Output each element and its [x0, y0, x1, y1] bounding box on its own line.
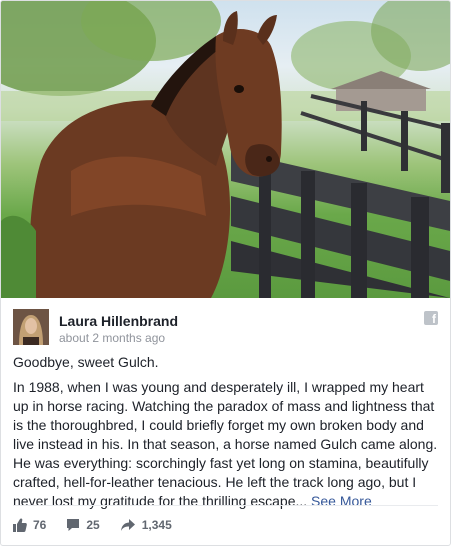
post-body: In 1988, when I was young and desperatel… — [13, 379, 438, 509]
share-arrow-icon — [120, 519, 135, 531]
facebook-post-card: Laura Hillenbrand about 2 months ago f G… — [0, 0, 451, 546]
facebook-f-icon[interactable]: f — [424, 311, 438, 325]
thumbs-up-icon — [13, 518, 27, 532]
horse-photo-illustration — [1, 1, 450, 298]
post-timestamp[interactable]: about 2 months ago — [59, 331, 165, 345]
post-photo-horse[interactable] — [1, 1, 450, 298]
post-intro: Goodbye, sweet Gulch. — [13, 354, 159, 370]
comment-icon — [67, 519, 80, 531]
author-avatar-illustration — [13, 309, 49, 345]
share-count: 1,345 — [141, 518, 172, 532]
footer-divider — [13, 505, 438, 506]
see-more-link[interactable]: See More — [311, 493, 372, 509]
like-count-button[interactable]: 76 — [13, 518, 46, 532]
post-stats-bar: 76 25 1,345 — [13, 514, 192, 536]
share-count-button[interactable]: 1,345 — [120, 518, 172, 532]
post-header: Laura Hillenbrand about 2 months ago f — [13, 309, 438, 349]
author-name[interactable]: Laura Hillenbrand — [59, 313, 178, 329]
author-avatar[interactable] — [13, 309, 49, 345]
like-count: 76 — [33, 518, 47, 532]
comment-count-button[interactable]: 25 — [66, 518, 100, 532]
comment-count: 25 — [86, 518, 100, 532]
post-text: Goodbye, sweet Gulch. In 1988, when I wa… — [13, 353, 439, 517]
post-body-paragraph: In 1988, when I was young and desperatel… — [13, 378, 439, 511]
